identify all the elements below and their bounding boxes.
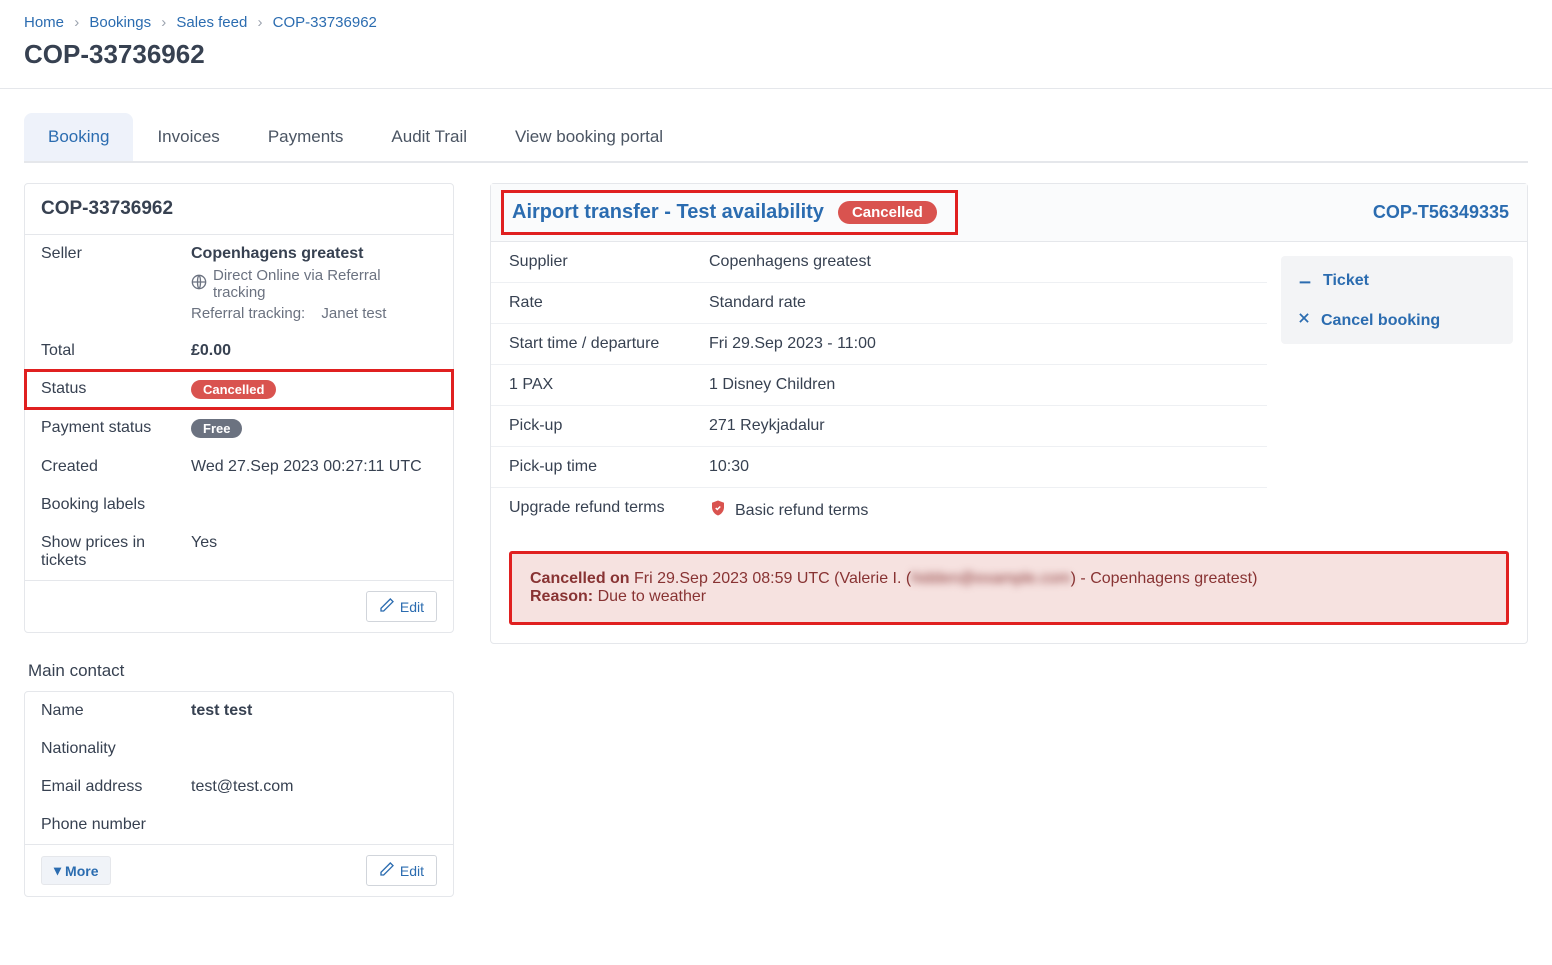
edit-contact-button[interactable]: Edit xyxy=(366,855,437,886)
rate-label: Rate xyxy=(509,294,709,312)
breadcrumb-current: COP-33736962 xyxy=(273,14,377,31)
pickup-time-label: Pick-up time xyxy=(509,458,709,476)
item-ref-link[interactable]: COP-T56349335 xyxy=(1373,202,1509,223)
contact-nationality-label: Nationality xyxy=(41,740,191,758)
rate-value: Standard rate xyxy=(709,294,1249,312)
seller-name: Copenhagens greatest xyxy=(191,245,363,262)
item-actions: Ticket Cancel booking xyxy=(1281,256,1513,344)
tab-invoices[interactable]: Invoices xyxy=(133,113,243,161)
contact-name-label: Name xyxy=(41,702,191,720)
start-time-label: Start time / departure xyxy=(509,335,709,353)
page-title: COP-33736962 xyxy=(0,35,1552,88)
pax-label: 1 PAX xyxy=(509,376,709,394)
start-time-value: Fri 29.Sep 2023 - 11:00 xyxy=(709,335,1249,353)
shield-icon xyxy=(709,499,727,522)
tab-bar: Booking Invoices Payments Audit Trail Vi… xyxy=(24,113,1528,163)
close-icon xyxy=(1297,311,1311,330)
pickup-time-value: 10:30 xyxy=(709,458,1249,476)
status-row: Status Cancelled xyxy=(25,370,453,409)
created-value: Wed 27.Sep 2023 00:27:11 UTC xyxy=(191,458,437,476)
refund-terms-label: Upgrade refund terms xyxy=(509,499,709,522)
tab-booking[interactable]: Booking xyxy=(24,113,133,161)
seller-channel: Direct Online via Referral tracking xyxy=(213,267,437,301)
cancel-booking-action[interactable]: Cancel booking xyxy=(1281,301,1513,340)
main-contact-card: Name test test Nationality Email address… xyxy=(24,691,454,897)
tab-audit-trail[interactable]: Audit Trail xyxy=(367,113,491,161)
cancelled-after: ) - Copenhagens greatest) xyxy=(1071,570,1258,587)
booking-labels-label: Booking labels xyxy=(41,496,191,514)
download-icon xyxy=(1297,270,1313,291)
edit-icon xyxy=(379,861,395,880)
tab-payments[interactable]: Payments xyxy=(244,113,368,161)
contact-email-label: Email address xyxy=(41,778,191,796)
referral-label: Referral tracking: xyxy=(191,305,305,322)
edit-icon xyxy=(379,597,395,616)
globe-icon xyxy=(191,274,207,294)
status-label: Status xyxy=(41,380,191,399)
show-prices-value: Yes xyxy=(191,534,437,570)
booking-ref-header: COP-33736962 xyxy=(25,184,453,235)
tab-view-booking-portal[interactable]: View booking portal xyxy=(491,113,687,161)
more-contact-button[interactable]: ▾ More xyxy=(41,856,111,885)
status-badge: Cancelled xyxy=(191,380,276,399)
refund-terms-value: Basic refund terms xyxy=(735,502,868,520)
breadcrumb: Home › Bookings › Sales feed › COP-33736… xyxy=(0,0,1552,35)
contact-email-value: test@test.com xyxy=(191,778,437,796)
show-prices-label: Show prices in tickets xyxy=(41,534,191,570)
reason-label: Reason: xyxy=(530,588,593,605)
created-label: Created xyxy=(41,458,191,476)
reason-value: Due to weather xyxy=(598,588,707,605)
caret-down-icon: ▾ xyxy=(54,862,61,879)
contact-name-value: test test xyxy=(191,702,252,719)
breadcrumb-home[interactable]: Home xyxy=(24,14,64,31)
cancelled-on-label: Cancelled on xyxy=(530,570,630,587)
item-title-link[interactable]: Airport transfer - Test availability xyxy=(512,201,824,224)
seller-label: Seller xyxy=(41,245,191,322)
breadcrumb-bookings[interactable]: Bookings xyxy=(89,14,151,31)
breadcrumb-sales-feed[interactable]: Sales feed xyxy=(176,14,247,31)
cancelled-on-value: Fri 29.Sep 2023 08:59 UTC (Valerie I. ( xyxy=(634,570,911,587)
payment-status-badge: Free xyxy=(191,419,242,438)
cancelled-hidden: hidden@example.com xyxy=(911,570,1070,587)
pickup-label: Pick-up xyxy=(509,417,709,435)
cancellation-info: Cancelled on Fri 29.Sep 2023 08:59 UTC (… xyxy=(509,551,1509,625)
main-contact-title: Main contact xyxy=(24,651,454,691)
breadcrumb-sep: › xyxy=(161,14,166,31)
supplier-label: Supplier xyxy=(509,253,709,271)
ticket-action[interactable]: Ticket xyxy=(1281,260,1513,301)
edit-booking-button[interactable]: Edit xyxy=(366,591,437,622)
referral-value: Janet test xyxy=(321,305,386,322)
supplier-value: Copenhagens greatest xyxy=(709,253,1249,271)
pickup-value: 271 Reykjadalur xyxy=(709,417,1249,435)
total-value: £0.00 xyxy=(191,342,231,359)
item-status-badge: Cancelled xyxy=(838,201,937,224)
booking-item-card: Airport transfer - Test availability Can… xyxy=(490,183,1528,644)
pax-value: 1 Disney Children xyxy=(709,376,1249,394)
payment-status-label: Payment status xyxy=(41,419,191,438)
booking-summary-card: COP-33736962 Seller Copenhagens greatest… xyxy=(24,183,454,633)
contact-phone-label: Phone number xyxy=(41,816,191,834)
total-label: Total xyxy=(41,342,191,360)
breadcrumb-sep: › xyxy=(257,14,262,31)
breadcrumb-sep: › xyxy=(74,14,79,31)
